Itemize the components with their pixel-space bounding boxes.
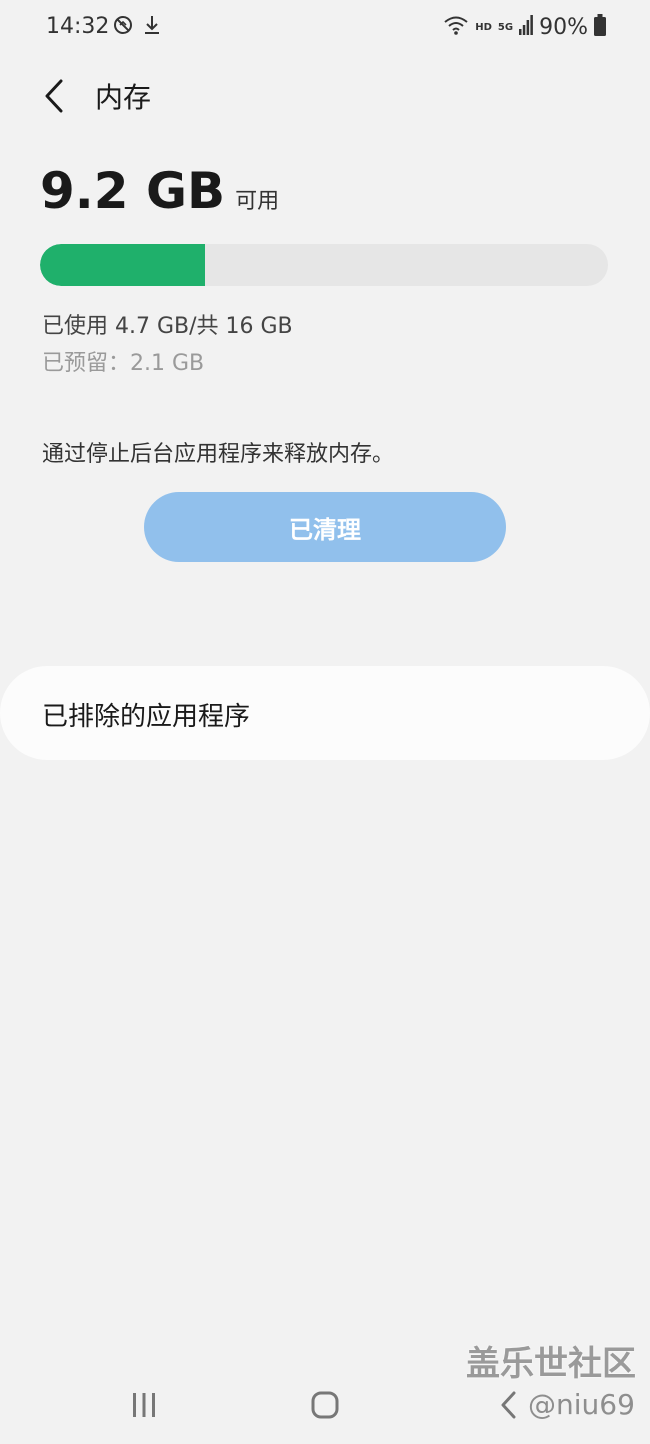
nav-back-button[interactable] — [494, 1386, 522, 1424]
back-button[interactable] — [32, 74, 76, 118]
available-value: 9.2 GB — [40, 162, 226, 220]
excluded-apps-label: 已排除的应用程序 — [42, 702, 251, 732]
chevron-left-icon — [45, 79, 63, 113]
wifi-icon — [443, 14, 469, 40]
memory-progress-fill — [40, 244, 205, 286]
signal-icon — [519, 15, 533, 39]
status-system-icons: HD 5G 90% — [443, 14, 606, 40]
download-icon — [142, 14, 162, 40]
home-button[interactable] — [306, 1386, 344, 1424]
memory-available: 9.2 GB 可用 — [40, 162, 279, 220]
memory-progress-bar — [40, 244, 608, 286]
recent-apps-button[interactable] — [126, 1388, 162, 1422]
navigation-bar: @niu69 — [0, 1374, 650, 1434]
clean-button[interactable]: 已清理 — [144, 492, 506, 562]
battery-percent: 90% — [539, 14, 588, 40]
watermark-user: @niu69 — [528, 1388, 635, 1421]
status-bar: 14:32 HD 5G 90% — [0, 0, 650, 56]
excluded-apps-item[interactable]: 已排除的应用程序 — [0, 666, 650, 760]
status-notification-icons — [112, 14, 162, 40]
battery-icon — [594, 14, 606, 40]
network-5g-label: 5G — [497, 21, 514, 33]
back-icon — [501, 1391, 516, 1419]
sync-off-icon — [112, 14, 134, 40]
recent-apps-icon — [133, 1393, 155, 1417]
available-label: 可用 — [235, 189, 280, 214]
memory-reserved-text: 已预留：2.1 GB — [42, 351, 205, 376]
home-icon — [311, 1391, 339, 1419]
cleanup-description: 通过停止后台应用程序来释放内存。 — [42, 442, 395, 467]
page-title: 内存 — [95, 81, 152, 114]
network-hd-label: HD — [475, 21, 492, 33]
status-time: 14:32 — [46, 14, 110, 39]
app-header: 内存 — [0, 70, 650, 120]
memory-used-text: 已使用 4.7 GB/共 16 GB — [42, 314, 293, 339]
